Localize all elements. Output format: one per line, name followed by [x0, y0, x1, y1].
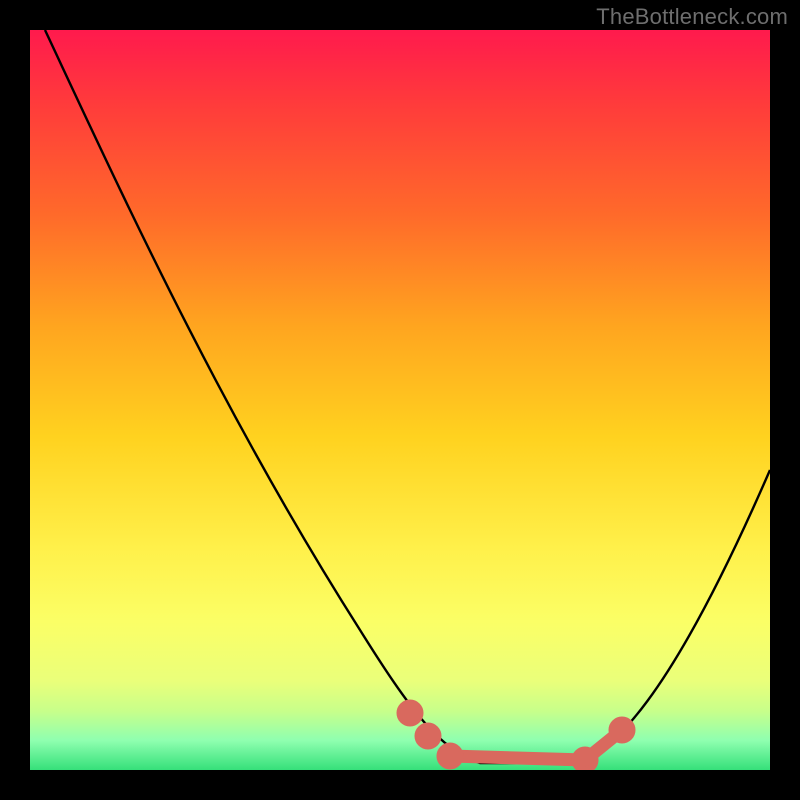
chart-frame: TheBottleneck.com: [0, 0, 800, 800]
bottleneck-curve: [45, 30, 770, 763]
plot-area: [30, 30, 770, 770]
optimal-range-highlight: [403, 706, 629, 767]
chart-svg: [30, 30, 770, 770]
watermark-text: TheBottleneck.com: [596, 4, 788, 30]
